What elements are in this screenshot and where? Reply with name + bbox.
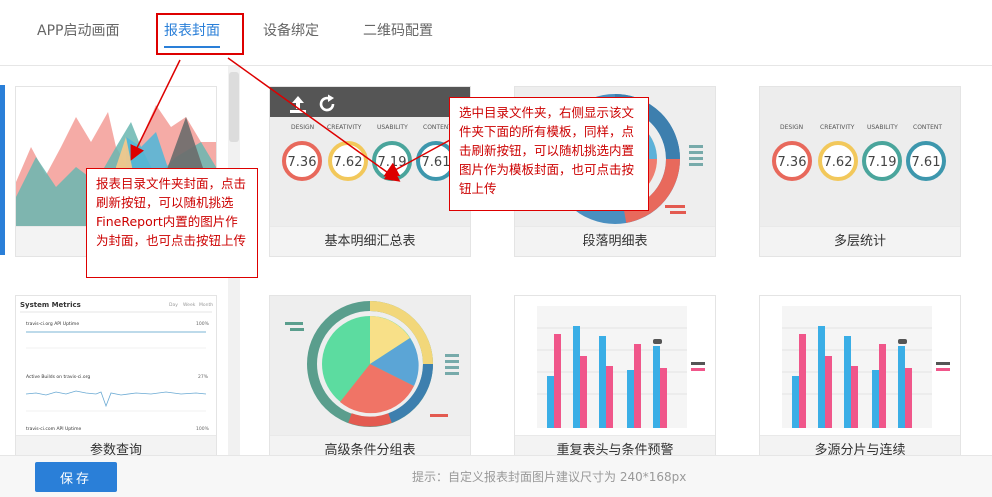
template-card-basic-detail[interactable]: DESIGN CREATIVITY USABILITY CONTENT 7.36… xyxy=(269,86,471,257)
template-thumb-system-metrics: System Metrics Day Week Month travis-ci.… xyxy=(16,296,216,435)
callout-folder-cover: 报表目录文件夹封面，点击刷新按钮，可以随机挑选FineReport内置的图片作为… xyxy=(86,168,258,278)
svg-text:Week: Week xyxy=(183,302,196,308)
template-thumb-bars xyxy=(515,296,715,435)
svg-text:CREATIVITY: CREATIVITY xyxy=(820,124,855,131)
svg-text:7.62: 7.62 xyxy=(824,155,853,170)
callout-template-cover: 选中目录文件夹，右侧显示该文件夹下面的所有模板，同样，点击刷新按钮，可以随机挑选… xyxy=(449,97,649,211)
selected-folder-indicator xyxy=(0,85,5,255)
svg-text:7.61: 7.61 xyxy=(912,155,941,170)
svg-text:100%: 100% xyxy=(196,321,210,327)
tab-qrcode-config[interactable]: 二维码配置 xyxy=(363,20,433,40)
svg-text:Day: Day xyxy=(169,302,178,308)
svg-text:Active Builds on travis-ci.org: Active Builds on travis-ci.org xyxy=(26,374,90,380)
template-card-label: 段落明细表 xyxy=(515,226,715,256)
template-thumb-gauges-2: DESIGN CREATIVITY USABILITY CONTENT 7.36… xyxy=(760,87,960,226)
svg-text:CONTENT: CONTENT xyxy=(913,124,942,131)
template-card-repeat-header[interactable]: 重复表头与条件预警 xyxy=(514,295,716,466)
svg-text:CONTENT: CONTENT xyxy=(423,124,452,131)
folder-scrollbar-thumb[interactable] xyxy=(229,72,239,142)
svg-text:System Metrics: System Metrics xyxy=(20,301,81,309)
template-card-multilevel-stats[interactable]: DESIGN CREATIVITY USABILITY CONTENT 7.36… xyxy=(759,86,961,257)
svg-text:7.61: 7.61 xyxy=(422,155,451,170)
tab-highlight-box xyxy=(156,13,244,55)
tab-app-splash[interactable]: APP启动画面 xyxy=(37,20,119,40)
svg-text:7.36: 7.36 xyxy=(778,155,807,170)
template-card-multisource[interactable]: 多源分片与连续 xyxy=(759,295,961,466)
svg-text:USABILITY: USABILITY xyxy=(377,124,408,131)
svg-text:100%: 100% xyxy=(196,426,210,432)
svg-text:travis-ci.org API Uptime: travis-ci.org API Uptime xyxy=(26,321,79,327)
svg-text:travis-ci.com API Uptime: travis-ci.com API Uptime xyxy=(26,426,82,432)
svg-text:7.62: 7.62 xyxy=(334,155,363,170)
refresh-icon[interactable] xyxy=(316,93,338,115)
size-hint-text: 提示：自定义报表封面图片建议尺寸为 240*168px xyxy=(412,470,687,484)
svg-text:7.36: 7.36 xyxy=(288,155,317,170)
svg-text:DESIGN: DESIGN xyxy=(780,124,803,131)
template-card-param-query[interactable]: System Metrics Day Week Month travis-ci.… xyxy=(15,295,217,466)
svg-text:7.19: 7.19 xyxy=(868,155,897,170)
svg-text:CREATIVITY: CREATIVITY xyxy=(327,124,362,131)
tab-device-binding[interactable]: 设备绑定 xyxy=(263,20,319,40)
template-card-label: 基本明细汇总表 xyxy=(270,226,470,256)
svg-text:7.19: 7.19 xyxy=(378,155,407,170)
upload-icon[interactable] xyxy=(287,93,309,115)
svg-text:USABILITY: USABILITY xyxy=(867,124,898,131)
svg-text:Month: Month xyxy=(199,302,213,308)
template-thumb-gauges: DESIGN CREATIVITY USABILITY CONTENT 7.36… xyxy=(270,87,470,226)
gauge-caption-design: DESIGN xyxy=(291,124,314,131)
save-button[interactable]: 保存 xyxy=(35,462,117,492)
template-card-label: 多层统计 xyxy=(760,226,960,256)
template-thumb-bars-2 xyxy=(760,296,960,435)
svg-text:27%: 27% xyxy=(198,374,209,380)
tab-bar: APP启动画面 报表封面 设备绑定 二维码配置 xyxy=(0,0,992,66)
template-thumb-pie xyxy=(270,296,470,435)
template-card-advanced-group[interactable]: 高级条件分组表 xyxy=(269,295,471,466)
